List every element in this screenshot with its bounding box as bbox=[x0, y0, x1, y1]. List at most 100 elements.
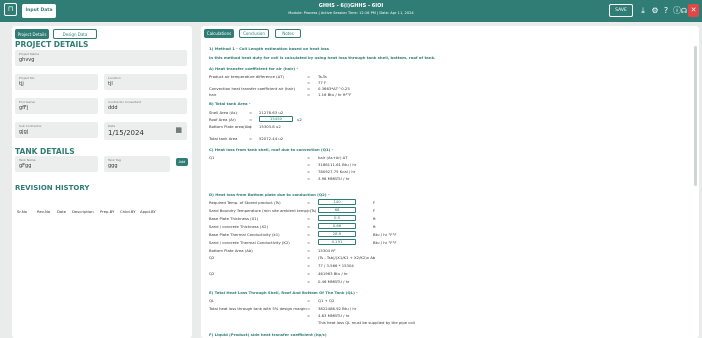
equals-sign: = bbox=[307, 162, 311, 167]
calc-label: Total tank Area bbox=[209, 136, 238, 141]
project-no-label: Project No. bbox=[19, 76, 36, 80]
location-field[interactable]: Location tjl bbox=[104, 74, 187, 90]
tab-calculations[interactable]: Calculations bbox=[204, 29, 234, 38]
calc-value: 461963 Btu / hr bbox=[318, 271, 348, 276]
equals-sign: = bbox=[307, 224, 311, 229]
calc-value: hair (As+Ar) ΔT bbox=[318, 155, 348, 160]
equals-sign: = bbox=[249, 110, 253, 115]
equals-sign: = bbox=[307, 80, 311, 85]
calc-label: Convection heat transfer coefficient air… bbox=[209, 86, 295, 91]
add-revision-button[interactable]: Add bbox=[176, 158, 188, 166]
project-name-field[interactable]: Project Name ghvvg bbox=[15, 50, 187, 66]
equals-sign: = bbox=[307, 86, 311, 91]
calc-value: 3822486.92 Btu / hr bbox=[318, 306, 357, 311]
download-icon[interactable]: ⤓ bbox=[637, 4, 649, 18]
date-label: Date bbox=[108, 124, 116, 128]
project-no-value: tjj bbox=[19, 81, 24, 87]
equals-sign: = bbox=[307, 313, 311, 318]
contractor-field[interactable]: Contractor Consultant ddd bbox=[104, 98, 187, 114]
unit-label: u2 bbox=[297, 117, 302, 122]
calc-value: Q1 + Q2 bbox=[318, 298, 335, 303]
calc-label: Bottom Plate area(Ab) bbox=[209, 124, 252, 129]
calc-value: 52072.44 u2 bbox=[259, 136, 284, 141]
method-description: In this method heat duty for coil is cal… bbox=[209, 55, 436, 60]
calc-label: QL bbox=[209, 298, 215, 303]
tank-tag-field[interactable]: Tank Tag ggg bbox=[104, 156, 170, 172]
end-owner-label: End Owner bbox=[19, 100, 36, 104]
sand-conductivity-input[interactable]: 0.191 bbox=[318, 239, 356, 245]
unit-label: Btu / hr °F°F bbox=[373, 232, 397, 237]
base-plate-conductivity-input[interactable]: 28.9 bbox=[318, 231, 356, 237]
close-button[interactable]: ✕ bbox=[688, 4, 699, 17]
calc-value: (Ts - Tsb)/(X1/K1 + X2/K2)x Ab bbox=[318, 255, 376, 260]
calc-value: 780927.75 Kcal / hr bbox=[318, 169, 356, 174]
tank-name-label: Tank Name bbox=[19, 158, 36, 162]
top-bar: ⊓ Input Data GHHS - 6(i)GHHS - 6IOI Modu… bbox=[0, 0, 702, 22]
unit-label: F bbox=[373, 200, 376, 205]
tab-conclusion[interactable]: Conclusion bbox=[239, 29, 269, 38]
equals-sign: = bbox=[307, 279, 311, 284]
project-no-field[interactable]: Project No. tjj bbox=[15, 74, 98, 90]
section-c-heading: C) Heat loss from tank shell, roof due t… bbox=[209, 147, 334, 152]
section-f-heading: F) Liquid (Product) side heat transfer c… bbox=[209, 332, 327, 337]
scrollbar[interactable] bbox=[694, 46, 697, 186]
equals-sign: = bbox=[307, 271, 311, 276]
calc-label: Base Plate Thermal Conductivity (k1) bbox=[209, 232, 280, 237]
calc-value: Ts-Ta bbox=[318, 74, 327, 79]
tab-notes[interactable]: Notes bbox=[275, 29, 301, 38]
calc-value: 15304 ft² bbox=[318, 248, 336, 253]
equals-sign: = bbox=[307, 92, 311, 97]
calc-label: Q2 bbox=[209, 271, 215, 276]
calc-value: 4.83 MMBTU / hr bbox=[318, 313, 350, 318]
calc-value: 3186111.61 Btu / hr bbox=[318, 162, 357, 167]
column-header: Rev.No bbox=[37, 209, 51, 214]
equals-sign: = bbox=[307, 155, 311, 160]
calc-label: Bottom Plate Area (Ab) bbox=[209, 248, 253, 253]
tank-name-field[interactable]: Tank Name gFgg bbox=[15, 156, 98, 172]
tab-project-details[interactable]: Project Details bbox=[15, 29, 49, 39]
calc-value: 0.46 MMBTU / hr bbox=[318, 279, 350, 284]
calc-value: 1.16 Btu / hr ft²°F bbox=[318, 92, 352, 97]
calc-label: Total heat loss through tank with 5% des… bbox=[209, 306, 307, 311]
equals-sign: = bbox=[307, 216, 311, 221]
equals-sign: = bbox=[307, 208, 311, 213]
tab-design-data[interactable]: Design Data bbox=[53, 29, 97, 39]
tank-tag-value: ggg bbox=[108, 163, 118, 169]
date-value: 1/15/2024 bbox=[108, 129, 144, 137]
calc-value: 77 F bbox=[318, 80, 327, 85]
column-header: Appd.BY bbox=[140, 209, 156, 214]
calc-label: Sand Boundry Temperature (min site ambie… bbox=[209, 208, 317, 213]
left-panel: Project Details Design Data PROJECT DETA… bbox=[12, 26, 192, 338]
project-name-label: Project Name bbox=[19, 52, 40, 56]
calc-value: 0.3663*ΔT^0.25 bbox=[318, 86, 350, 91]
contractor-value: ddd bbox=[108, 105, 118, 111]
right-panel: Calculations Conclusion Notes 1) Method … bbox=[201, 26, 699, 338]
method-heading: 1) Method 1 - Coil Length estimation bas… bbox=[209, 46, 330, 51]
base-plate-thickness-input[interactable]: 0.5 bbox=[318, 215, 356, 221]
roof-area-input[interactable]: 15450 bbox=[259, 116, 293, 122]
equals-sign: = bbox=[307, 240, 311, 245]
equals-sign: = bbox=[307, 200, 311, 205]
sub-contractor-value: gjgj bbox=[19, 129, 29, 135]
sand-temp-input[interactable]: 68 bbox=[318, 207, 356, 213]
date-field[interactable]: Date 1/15/2024 ▦ bbox=[104, 122, 187, 140]
calendar-icon[interactable]: ▦ bbox=[175, 126, 182, 134]
column-header: Sr.No bbox=[17, 209, 27, 214]
column-header: Description bbox=[72, 209, 94, 214]
equals-sign: = bbox=[307, 176, 311, 181]
column-header: Prep.BY bbox=[100, 209, 115, 214]
calc-label: Base Plate Thickness (X1) bbox=[209, 216, 259, 221]
end-owner-field[interactable]: End Owner gfFj bbox=[15, 98, 98, 114]
equals-sign: = bbox=[307, 248, 311, 253]
equals-sign: = bbox=[307, 74, 311, 79]
sand-thickness-input[interactable]: 0.66 bbox=[318, 223, 356, 229]
sub-contractor-field[interactable]: Sub Contractor gjgj bbox=[15, 122, 98, 138]
stored-temp-input[interactable]: 140 bbox=[318, 199, 356, 205]
unit-label: Btu / hr °F°F bbox=[373, 240, 397, 245]
unit-label: F bbox=[373, 208, 376, 213]
page-title: GHHS - 6(i)GHHS - 6IOI bbox=[318, 3, 384, 9]
calc-label: Roof Area (Ar) bbox=[209, 117, 236, 122]
save-button[interactable]: SAVE bbox=[609, 4, 633, 17]
calc-value: 21278.63 u2 bbox=[259, 110, 284, 115]
equals-sign: = bbox=[249, 136, 253, 141]
